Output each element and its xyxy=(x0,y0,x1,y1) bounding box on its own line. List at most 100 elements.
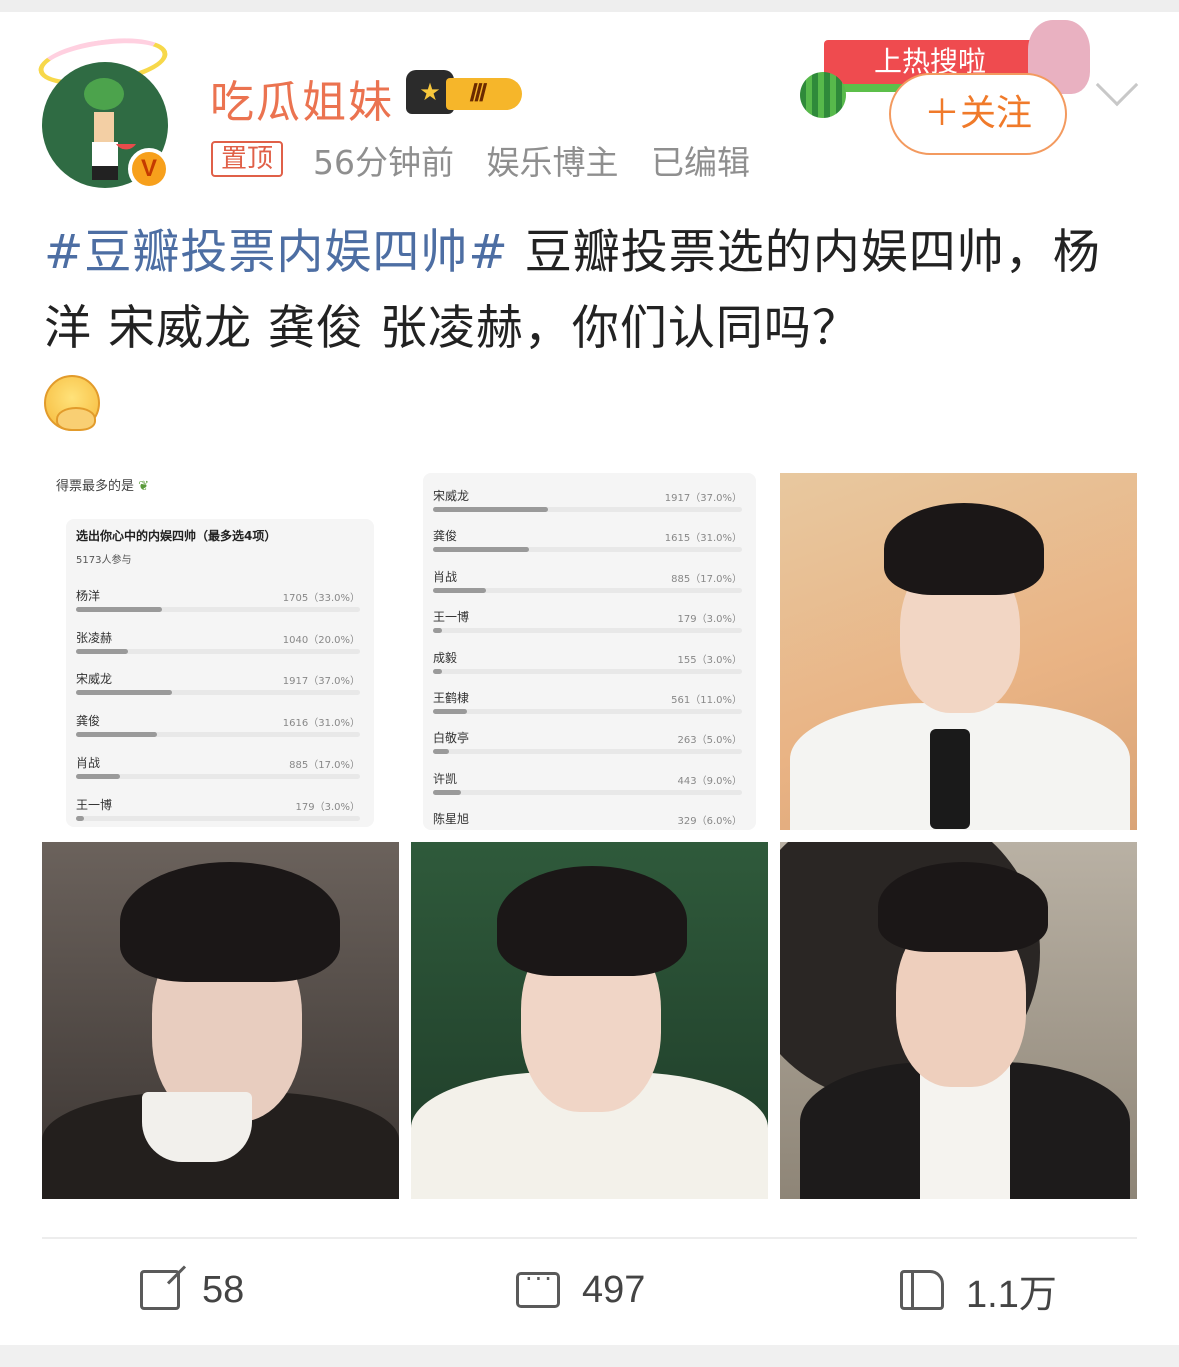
tea-cup xyxy=(142,1092,252,1162)
poll-option-name: 肖战 xyxy=(76,755,101,770)
username[interactable]: 吃瓜姐妹 xyxy=(210,66,394,130)
poll-bar-track xyxy=(433,789,742,795)
post-meta: 56分钟前 娱乐博主 已编辑 xyxy=(313,136,772,184)
black-tie xyxy=(930,729,970,829)
bottom-strip xyxy=(0,1345,1179,1367)
edited-label[interactable]: 已编辑 xyxy=(651,143,750,182)
poll-option-value: 885（17.0%） xyxy=(289,759,360,771)
post-body: #豆瓣投票内娱四帅# 豆瓣投票选的内娱四帅，杨洋 宋威龙 龚俊 张凌赫，你们认同… xyxy=(44,215,1144,431)
poll-card: 宋威龙 1917（37.0%） 龚俊 1615（31.0%） 肖战 885（17.0%） 王… xyxy=(423,473,756,830)
poll-option-name: 肖战 xyxy=(433,569,458,584)
poll-option-value: 1917（37.0%） xyxy=(282,676,360,688)
poll-title: 选出你心中的内娱四帅（最多选4项） xyxy=(76,529,277,543)
poll-option-value: 263（5.0%） xyxy=(677,735,743,747)
poll-option-name: 成毅 xyxy=(433,650,458,665)
poll-option: 许凯 443（9.0%） xyxy=(433,770,742,812)
status-strip xyxy=(0,0,1179,12)
share-button[interactable]: 58 xyxy=(140,1262,244,1318)
poll-option-value: 179（3.0%） xyxy=(677,614,743,626)
hair xyxy=(878,862,1048,952)
poll-option-value: 1917（37.0%） xyxy=(664,493,742,504)
image-photo-1[interactable] xyxy=(780,473,1137,830)
hair xyxy=(884,503,1044,595)
poll-bar-fill xyxy=(76,773,120,779)
poll-bar-fill xyxy=(433,709,467,714)
poll-bar-fill xyxy=(433,507,548,512)
avatar[interactable]: V xyxy=(35,31,178,190)
poll-option-value: 1616（31.0%） xyxy=(282,718,360,730)
poll-option-name: 白敬亭 xyxy=(433,731,470,746)
poll-option-name: 宋威龙 xyxy=(433,489,470,503)
poll-bar-track xyxy=(76,815,360,821)
poll-option: 王鹤棣 561（11.0%） xyxy=(433,689,742,731)
poll-option: 白敬亭 263（5.0%） xyxy=(433,729,742,771)
poll-bar-fill xyxy=(76,815,84,821)
poll-option: 张凌赫 1040（20.0%） xyxy=(76,629,360,671)
like-count: 1.1万 xyxy=(966,1273,1057,1316)
poll-option: 宋威龙 1917（37.0%） xyxy=(76,670,360,712)
poll-bar-fill xyxy=(76,690,172,696)
thumbs-up-icon xyxy=(900,1270,944,1310)
poll-option-name: 杨洋 xyxy=(76,589,101,603)
poll-option-value: 443（9.0%） xyxy=(677,775,743,787)
poll-option-value: 1040（20.0%） xyxy=(282,634,360,646)
image-photo-3[interactable] xyxy=(411,842,768,1199)
image-poll-screenshot-2[interactable]: 宋威龙 1917（37.0%） 龚俊 1615（31.0%） 肖战 885（17.0%） 王… xyxy=(411,473,768,830)
poll-option-name: 王鹤棣 xyxy=(433,691,470,705)
poll-bar-track xyxy=(433,668,742,674)
hair xyxy=(497,866,687,976)
like-button[interactable]: 1.1万 xyxy=(900,1262,1057,1318)
pinned-tag: 置顶 xyxy=(211,141,284,177)
poll-option-value: 179（3.0%） xyxy=(295,801,361,813)
poll-option-value: 561（11.0%） xyxy=(671,695,742,706)
author-category: 娱乐博主 xyxy=(486,143,619,182)
poll-option: 杨洋 1705（33.0%） xyxy=(76,587,360,629)
poll-bar-track xyxy=(433,749,742,755)
hair xyxy=(120,862,340,982)
poll-option: 王一博 179（3.0%） xyxy=(76,796,360,831)
member-level-label: Ⅲ xyxy=(446,78,522,110)
chevron-down-icon[interactable] xyxy=(1095,63,1139,107)
poll-option-name: 许凯 xyxy=(433,771,458,786)
image-poll-screenshot-1[interactable]: 得票最多的是 ❦ 选出你心中的内娱四帅（最多选4项） 5173人参与 杨洋 170… xyxy=(42,473,399,830)
poll-heading: 得票最多的是 ❦ xyxy=(56,479,150,494)
poll-option: 肖战 885（17.0%） xyxy=(433,568,742,610)
leaf-icon: ❦ xyxy=(138,479,150,494)
comment-count: 497 xyxy=(582,1268,646,1311)
divider xyxy=(42,1237,1137,1239)
poll-bar-track xyxy=(433,709,742,714)
poll-bar-fill xyxy=(76,732,157,738)
poll-option-value: 1705（33.0%） xyxy=(282,593,360,604)
poll-option: 宋威龙 1917（37.0%） xyxy=(433,487,742,529)
poll-bar-fill xyxy=(76,648,128,654)
follow-button[interactable]: ＋关注 xyxy=(889,73,1067,155)
poll-option: 龚俊 1615（31.0%） xyxy=(433,527,742,569)
poll-bar-fill xyxy=(76,607,162,612)
poll-option: 成毅 155（3.0%） xyxy=(433,649,742,691)
share-icon xyxy=(140,1270,180,1310)
poll-option-value: 1615（31.0%） xyxy=(664,533,742,545)
poll-option-value: 885（17.0%） xyxy=(671,573,742,585)
poll-bar-track xyxy=(433,628,742,634)
post-time: 56分钟前 xyxy=(313,143,454,182)
poll-option-value: 329（6.0%） xyxy=(677,816,743,828)
poll-option: 陈星旭 329（6.0%） xyxy=(433,810,742,830)
share-count: 58 xyxy=(202,1268,245,1311)
hashtag-link[interactable]: #豆瓣投票内娱四帅# xyxy=(44,225,509,280)
poll-option-name: 王一博 xyxy=(76,797,113,812)
poll-option-name: 张凌赫 xyxy=(76,630,113,645)
poll-bar-fill xyxy=(433,587,486,593)
watermelon-icon xyxy=(800,72,846,118)
poll-bar-fill xyxy=(433,668,442,674)
member-level-badge[interactable]: ★ Ⅲ xyxy=(406,70,522,116)
poll-option: 肖战 885（17.0%） xyxy=(76,754,360,796)
image-photo-4[interactable] xyxy=(780,842,1137,1199)
poll-bar-fill xyxy=(433,547,529,553)
image-photo-2[interactable] xyxy=(42,842,399,1199)
poll-option-name: 龚俊 xyxy=(433,529,458,544)
comment-button[interactable]: 497 xyxy=(516,1262,645,1318)
poll-option-name: 宋威龙 xyxy=(76,672,113,687)
poll-participants: 5173人参与 xyxy=(76,555,132,566)
poll-option-value: 155（3.0%） xyxy=(677,654,743,666)
poll-bar-fill xyxy=(433,628,442,634)
